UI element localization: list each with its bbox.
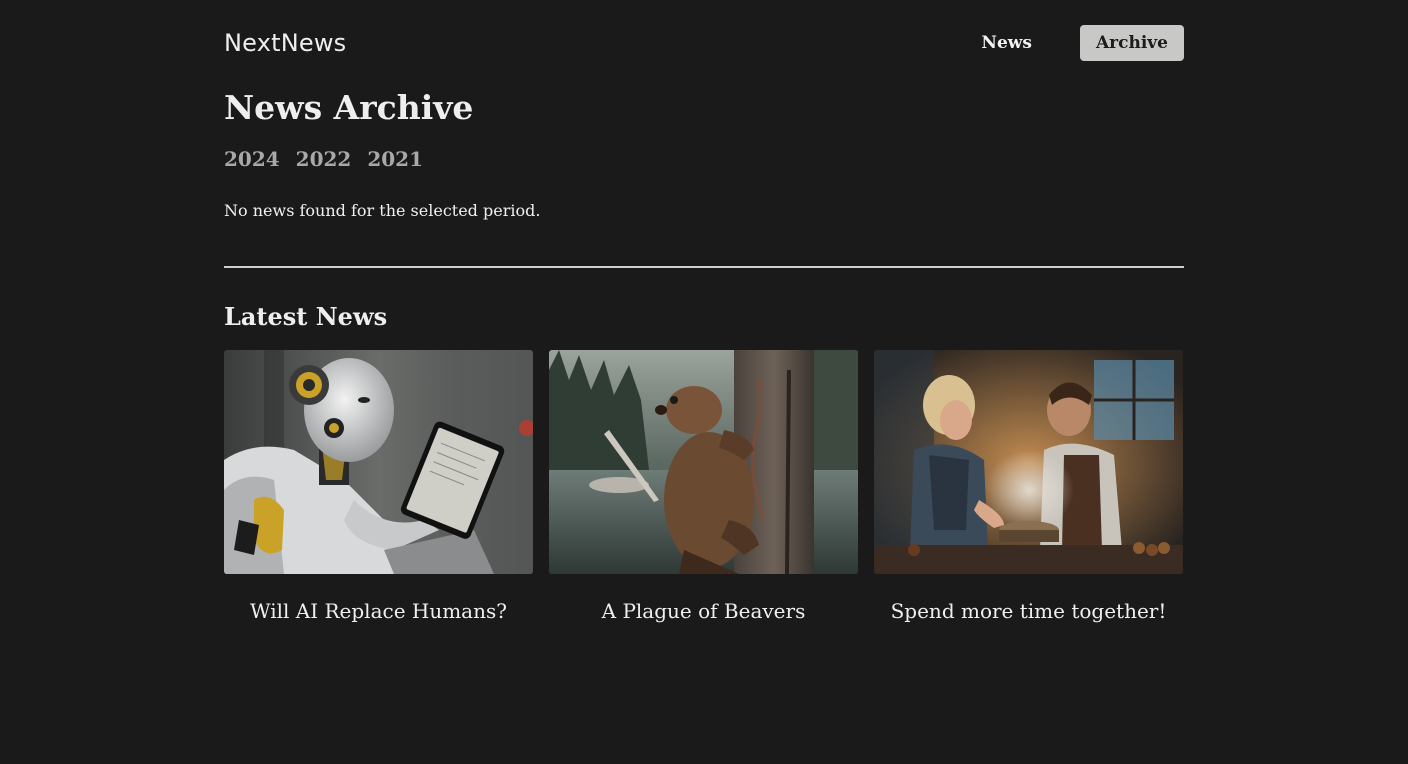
site-header: NextNews News Archive [224,0,1184,86]
year-link-2022[interactable]: 2022 [296,147,352,171]
latest-news-cards: Will AI Replace Humans? A Plague of Beav… [224,350,1184,623]
news-card[interactable]: A Plague of Beavers [549,350,858,623]
news-card-image[interactable] [549,350,858,574]
page-title: News Archive [224,88,474,127]
main-nav: News Archive [965,25,1184,61]
beaver-on-tree-by-lake-image [549,350,858,574]
news-card-title[interactable]: A Plague of Beavers [549,599,858,623]
news-card-image[interactable] [224,350,533,574]
couple-cooking-in-kitchen-image [874,350,1183,574]
year-link-2021[interactable]: 2021 [367,147,423,171]
page-container: NextNews News Archive News Archive 2024 … [224,0,1184,623]
year-link-2024[interactable]: 2024 [224,147,280,171]
latest-news-title: Latest News [224,302,388,331]
year-filter: 2024 2022 2021 [224,147,1184,171]
site-logo[interactable]: NextNews [224,29,346,57]
nav-archive-link[interactable]: Archive [1079,25,1184,61]
main-content: News Archive 2024 2022 2021 No news foun… [224,88,1184,623]
robot-reading-tablet-image [224,350,533,574]
news-card-title[interactable]: Will AI Replace Humans? [224,599,533,623]
news-card-image[interactable] [874,350,1183,574]
empty-state-message: No news found for the selected period. [224,201,541,220]
news-card-title[interactable]: Spend more time together! [874,599,1183,623]
nav-news-link[interactable]: News [965,25,1048,61]
news-card[interactable]: Spend more time together! [874,350,1183,623]
section-divider [224,266,1184,268]
news-card[interactable]: Will AI Replace Humans? [224,350,533,623]
